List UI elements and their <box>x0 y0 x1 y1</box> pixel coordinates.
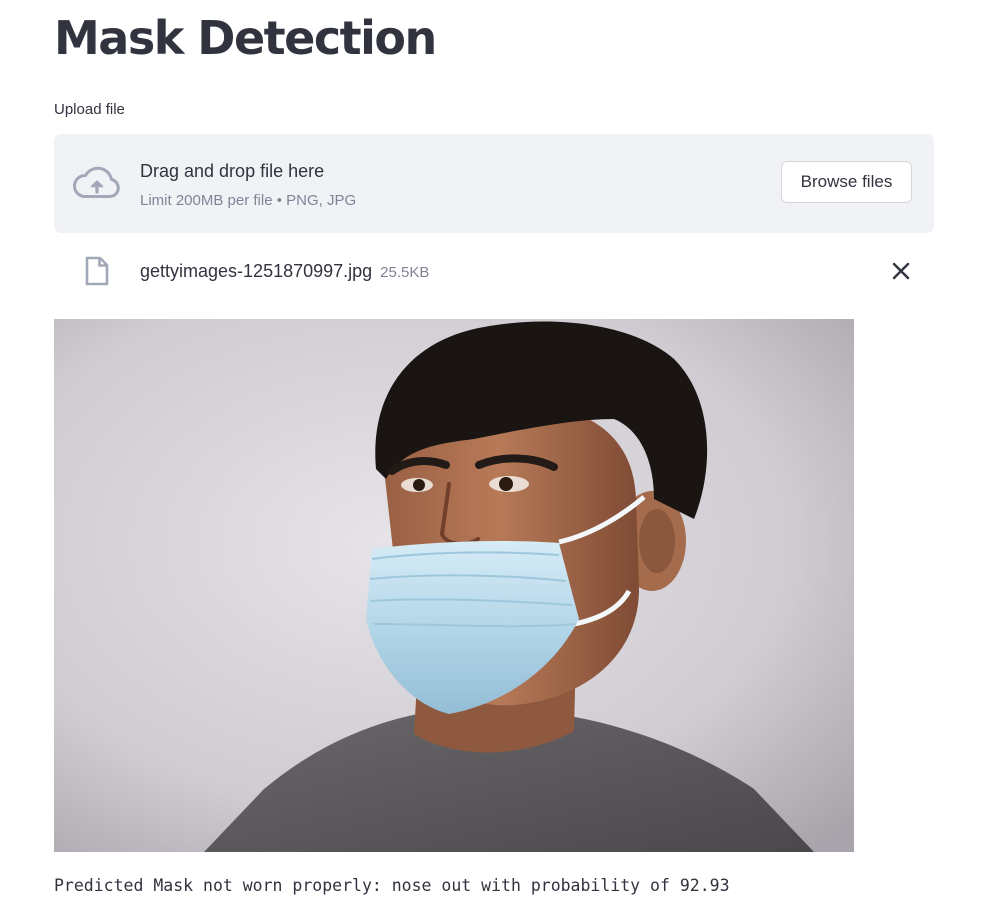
upload-label: Upload file <box>54 101 125 118</box>
browse-files-button[interactable]: Browse files <box>781 161 912 203</box>
uploaded-image <box>54 319 854 852</box>
dropzone-limit: Limit 200MB per file • PNG, JPG <box>140 192 357 209</box>
file-icon <box>85 256 109 286</box>
cloud-upload-icon <box>73 166 120 198</box>
prediction-result: Predicted Mask not worn properly: nose o… <box>54 876 730 895</box>
close-icon[interactable] <box>888 258 914 284</box>
uploaded-image-graphic <box>54 319 854 852</box>
page-title: Mask Detection <box>54 11 437 65</box>
uploaded-file-item: gettyimages-1251870997.jpg 25.5KB <box>54 248 934 292</box>
file-name: gettyimages-1251870997.jpg <box>140 261 373 281</box>
file-size: 25.5KB <box>380 264 430 281</box>
file-dropzone[interactable]: Drag and drop file here Limit 200MB per … <box>54 134 934 233</box>
dropzone-instructions: Drag and drop file here <box>140 161 325 181</box>
file-name-row: gettyimages-1251870997.jpg 25.5KB <box>140 259 429 285</box>
